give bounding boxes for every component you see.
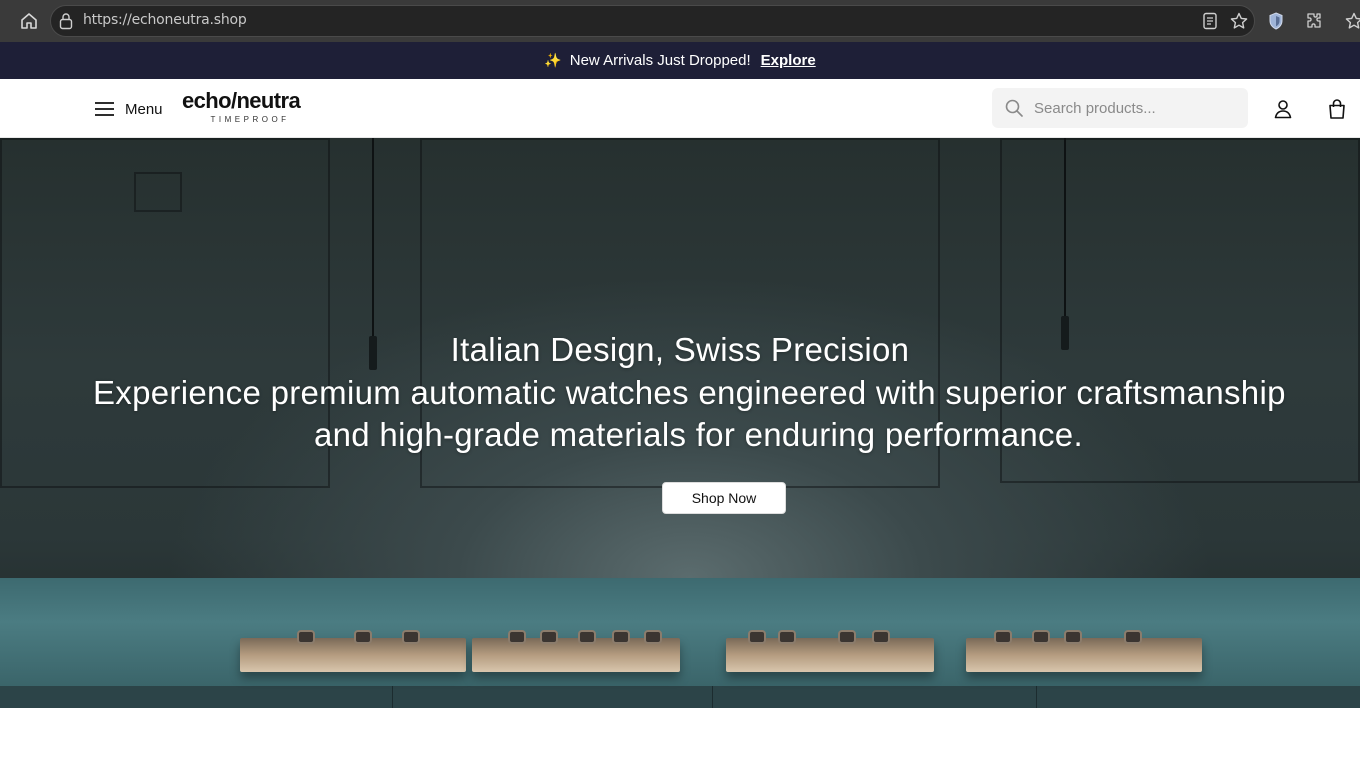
pendant-lamp-cord [372,138,374,338]
watch-display [297,630,315,644]
watch-display [644,630,662,644]
watch-display [578,630,596,644]
url-text[interactable]: https://echoneutra.shop [83,12,247,28]
site-logo[interactable]: echo/neutra TIMEPROOF [182,88,301,125]
lock-icon[interactable] [58,12,74,30]
user-icon[interactable] [1272,98,1294,120]
star-icon[interactable] [1229,11,1249,31]
shop-now-button[interactable]: Shop Now [662,482,786,514]
watch-display [778,630,796,644]
counter-seam [1036,686,1037,708]
logo-wordmark: echo/neutra [182,88,301,113]
watch-display [994,630,1012,644]
counter-seam [712,686,713,708]
search-input[interactable] [1034,99,1234,117]
sparkles-icon: ✨ [544,52,562,68]
bag-icon[interactable] [1326,98,1348,120]
hero-text: Italian Design, Swiss Precision Experien… [0,328,1360,456]
reader-icon[interactable] [1200,11,1220,31]
watch-tray [240,638,466,672]
explore-link[interactable]: Explore [761,52,816,69]
extensions-icon[interactable] [1304,11,1324,31]
announcement-bar: ✨ New Arrivals Just Dropped! Explore [0,42,1360,79]
watch-display [748,630,766,644]
counter-seam [392,686,393,708]
logo-tagline: TIMEPROOF [210,115,290,124]
hero-subtitle-line2: and high-grade materials for enduring pe… [314,416,1083,453]
hero-subtitle-line1: Experience premium automatic watches eng… [93,374,1286,411]
menu-button[interactable]: Menu [94,97,163,121]
home-icon[interactable] [18,10,40,32]
bookmark-star-icon[interactable] [1344,11,1360,31]
hero-banner: Italian Design, Swiss Precision Experien… [0,138,1360,708]
hero-wall-panel [134,172,182,212]
watch-display [508,630,526,644]
shield-icon[interactable] [1266,11,1286,31]
watch-display [540,630,558,644]
counter-front [0,686,1360,708]
browser-toolbar: https://echoneutra.shop [0,0,1360,42]
search-icon [1005,99,1023,117]
announcement-text: New Arrivals Just Dropped! [569,52,751,69]
hero-title: Italian Design, Swiss Precision [450,331,910,368]
watch-display [1064,630,1082,644]
watch-display [872,630,890,644]
watch-display [612,630,630,644]
watch-display [354,630,372,644]
watch-display [838,630,856,644]
menu-label: Menu [125,100,163,118]
search-box[interactable] [992,88,1248,128]
hamburger-icon [95,102,114,116]
watch-display [1124,630,1142,644]
watch-display [1032,630,1050,644]
site-header: Menu echo/neutra TIMEPROOF [0,79,1360,138]
pendant-lamp-cord [1064,138,1066,318]
watch-display [402,630,420,644]
